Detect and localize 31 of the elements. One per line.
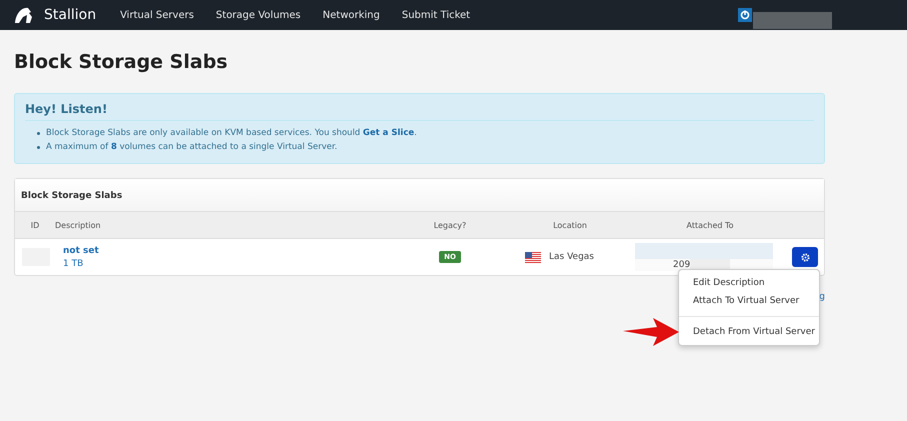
settings-button[interactable]: [792, 247, 818, 267]
alert-title: Hey! Listen!: [25, 102, 814, 121]
power-icon[interactable]: [738, 8, 752, 22]
page-title: Block Storage Slabs: [14, 51, 229, 73]
flag-icon: [525, 252, 541, 262]
gear-icon: [800, 252, 810, 262]
horse-logo-icon: [14, 7, 34, 23]
description-link[interactable]: not set: [63, 246, 395, 256]
column-header: Legacy?: [432, 220, 468, 230]
nav-link[interactable]: Networking: [322, 10, 380, 20]
ip-text: 209: [673, 260, 690, 270]
menu-item[interactable]: Attach To Virtual Server: [679, 292, 819, 310]
menu-item[interactable]: Edit Description: [679, 274, 819, 292]
size-text: 1 TB: [63, 258, 84, 268]
column-header: ID: [30, 220, 40, 230]
bullet-icon: [37, 132, 40, 135]
nav-link[interactable]: Storage Volumes: [216, 10, 301, 20]
alert-text: Block Storage Slabs are only available on KVM based services. You should Get a Slice.: [46, 127, 417, 140]
column-header: Description: [55, 220, 102, 230]
column-header: Location: [552, 220, 588, 230]
column-header: Attached To: [686, 220, 734, 230]
location-text: Las Vegas: [549, 252, 594, 262]
nav-link[interactable]: Virtual Servers: [120, 10, 194, 20]
nav-link[interactable]: Submit Ticket: [402, 10, 470, 20]
bullet-icon: [37, 146, 40, 149]
alert-text: A maximum of 8 volumes can be attached to a single Virtual Server.: [46, 141, 338, 154]
partial-link[interactable]: g: [819, 292, 825, 302]
panel-title: Block Storage Slabs: [15, 179, 824, 211]
arrow-icon: [623, 318, 679, 346]
brand-name[interactable]: Stallion: [44, 7, 96, 23]
menu-item[interactable]: Detach From Virtual Server: [679, 323, 819, 341]
